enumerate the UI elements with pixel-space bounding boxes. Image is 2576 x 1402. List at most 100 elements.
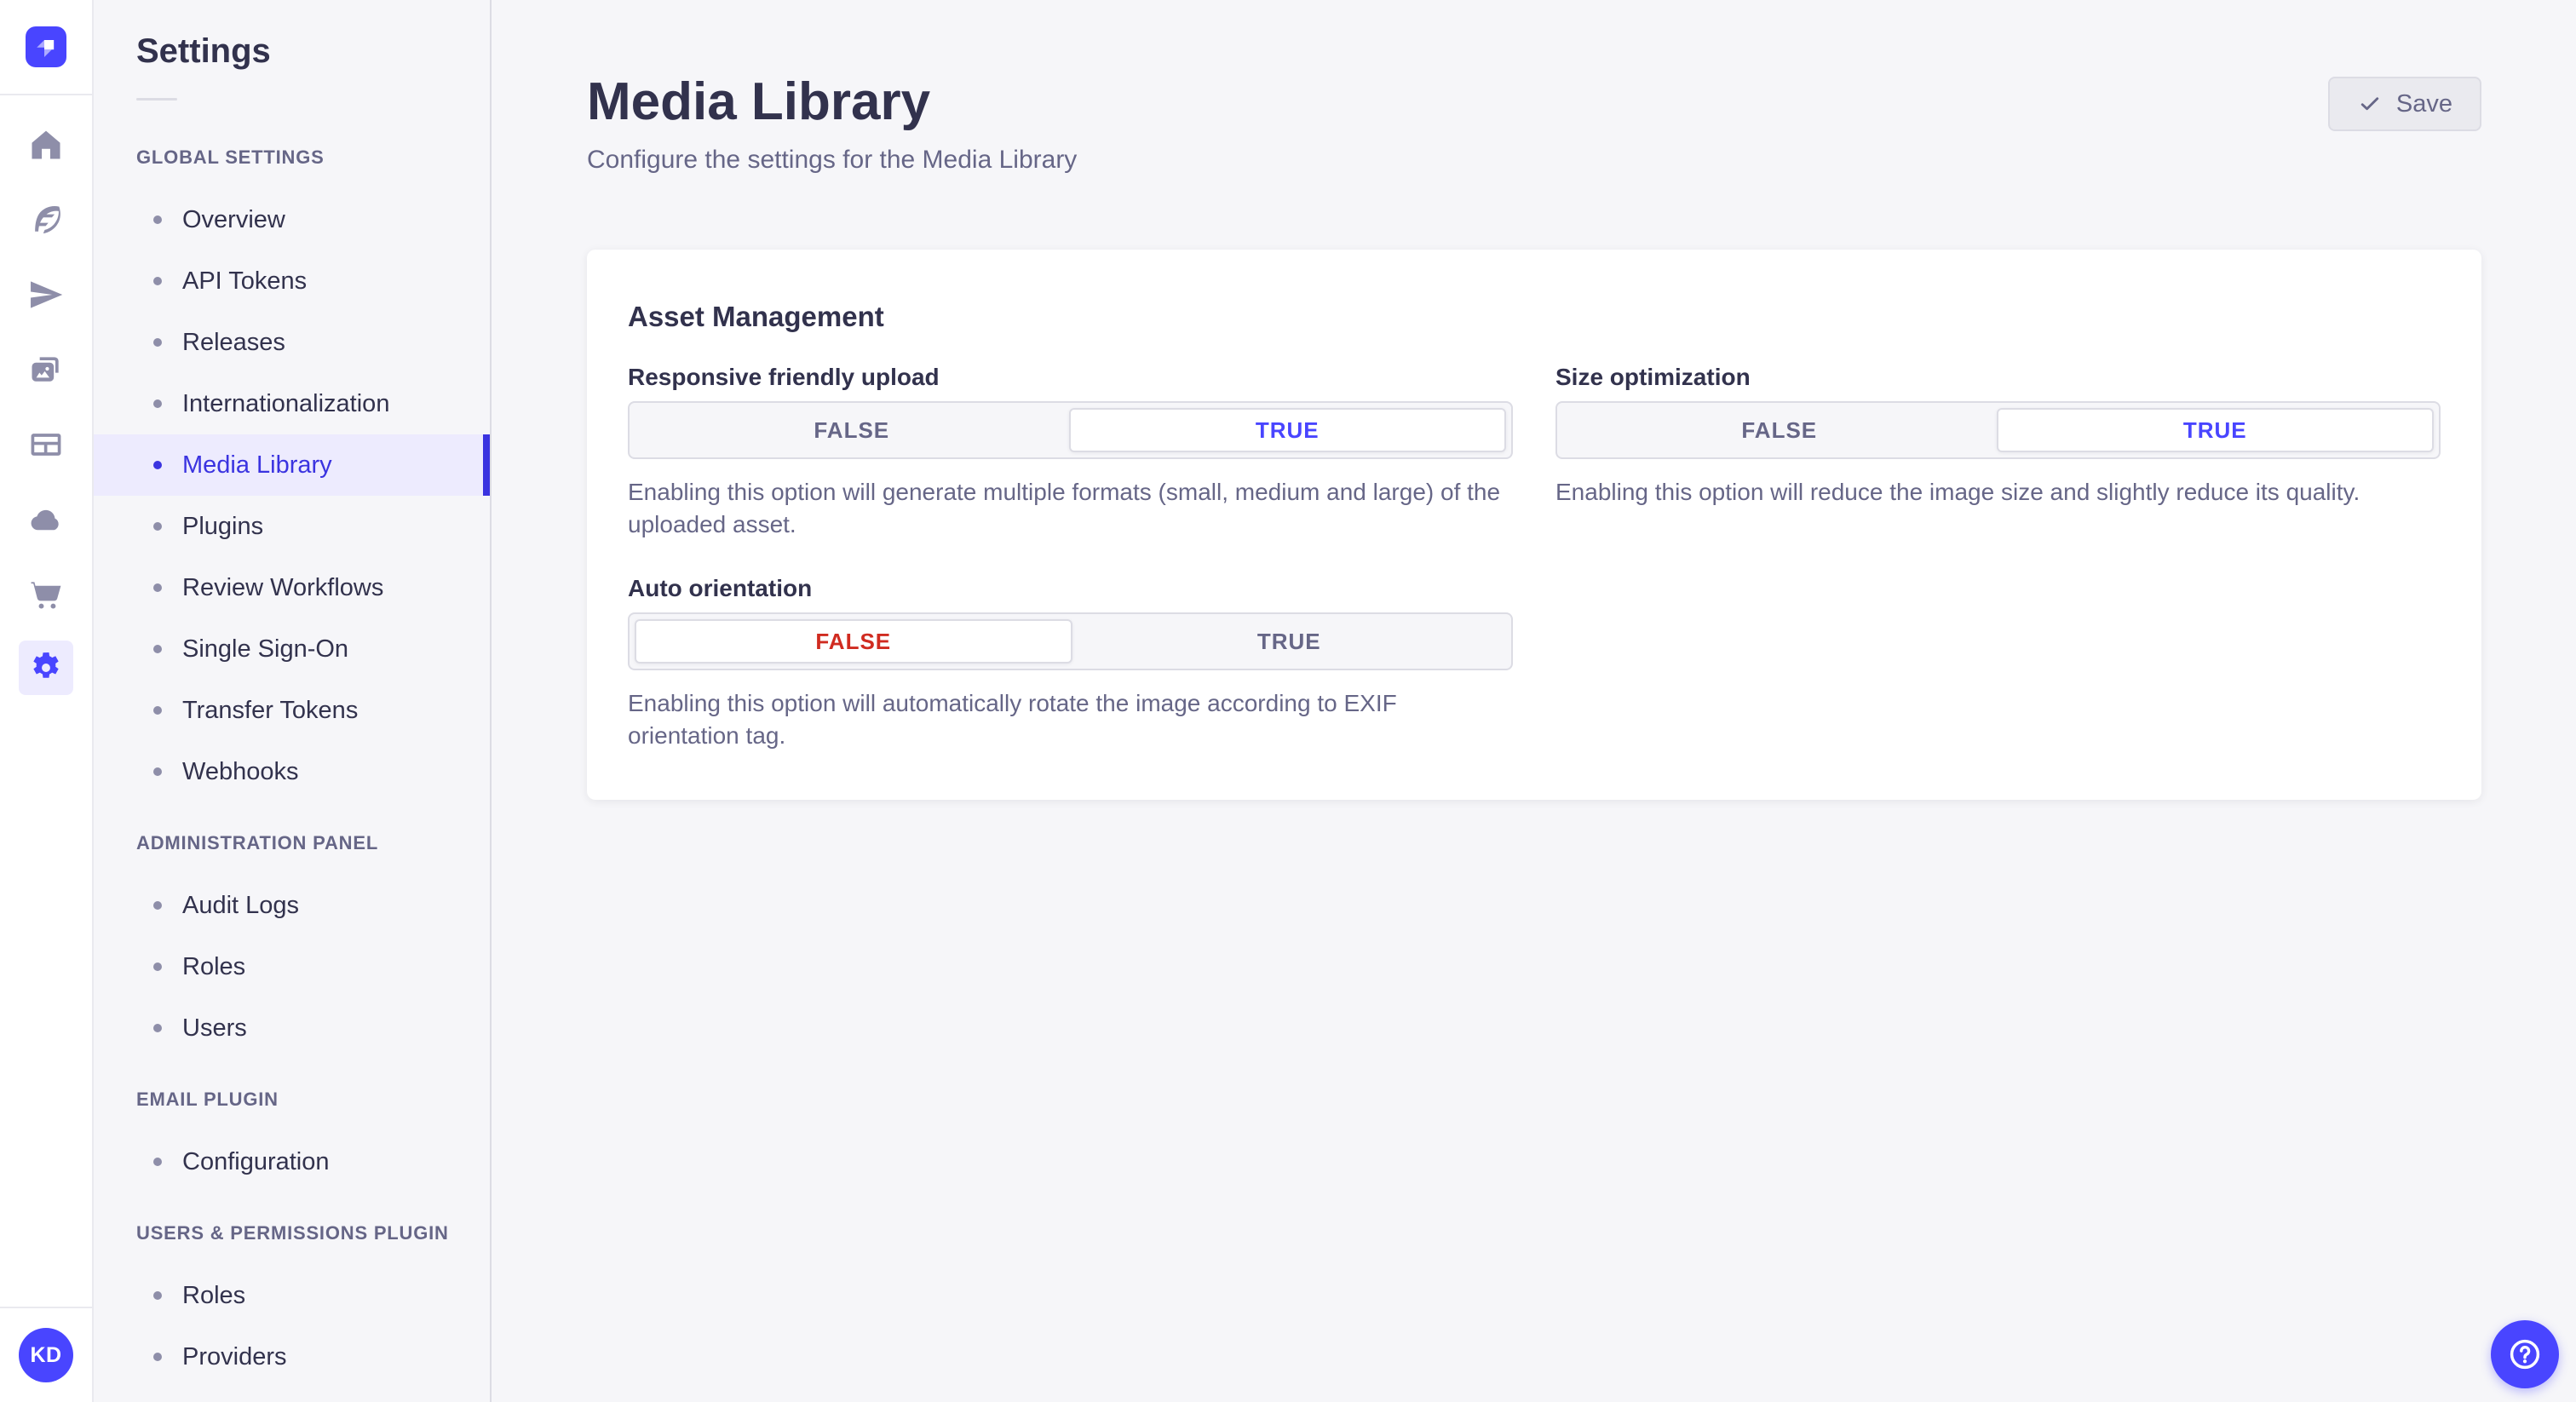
nav-section: GLOBAL SETTINGS Overview API Tokens Release… (94, 147, 490, 802)
strapi-logo[interactable] (26, 26, 66, 67)
nav-section: USERS & PERMISSIONS PLUGIN Roles Providers (94, 1222, 490, 1388)
sidebar-item-label: Single Sign-On (182, 635, 349, 663)
card-section-title: Asset Management (628, 301, 884, 332)
rail-icon-list (0, 95, 92, 695)
settings-subnav: Settings GLOBAL SETTINGS Overview API Toke… (94, 0, 492, 1402)
nav-section-label: USERS & PERMISSIONS PLUGIN (136, 1222, 449, 1244)
toggle-option-true[interactable]: TRUE (1996, 408, 2434, 452)
field-hint: Enabling this option will reduce the ima… (1555, 479, 2360, 505)
sidebar-item-review-workflows[interactable]: Review Workflows (94, 557, 490, 618)
rail-paper-plane-button[interactable] (26, 274, 66, 315)
bullet-icon (153, 583, 162, 592)
nav-section-label: ADMINISTRATION PANEL (136, 832, 379, 853)
sidebar-item-label: Providers (182, 1342, 287, 1370)
nav-section-label: GLOBAL SETTINGS (136, 147, 325, 168)
bullet-icon (153, 962, 162, 971)
sidebar-item-label: Audit Logs (182, 891, 300, 919)
subnav-divider (136, 98, 177, 101)
page-header-text: Media Library Configure the settings for… (587, 72, 1077, 175)
nav-section: EMAIL PLUGIN Configuration (94, 1089, 490, 1192)
bullet-icon (153, 215, 162, 224)
sidebar-item-releases[interactable]: Releases (94, 312, 490, 373)
boolean-toggle: FALSE TRUE (1555, 401, 2441, 459)
toggle-option-false[interactable]: FALSE (635, 408, 1069, 452)
bullet-icon (153, 767, 162, 776)
sidebar-item-label: Releases (182, 328, 285, 356)
rail-layout-button[interactable] (26, 424, 66, 465)
sidebar-item-label: Roles (182, 1281, 246, 1309)
bullet-icon (153, 645, 162, 653)
field-label: Responsive friendly upload (628, 364, 940, 390)
page-header: Media Library Configure the settings for… (493, 0, 2576, 175)
sidebar-item-webhooks[interactable]: Webhooks (94, 741, 490, 802)
sidebar-item-roles[interactable]: Roles (94, 1265, 490, 1326)
rail-gear-button[interactable] (19, 641, 73, 695)
rail-feather-button[interactable] (26, 199, 66, 240)
setting-field: Size optimization FALSE TRUE Enabling this … (1555, 364, 2441, 541)
rail-cart-button[interactable] (26, 574, 66, 615)
cloud-icon (31, 509, 59, 531)
toggle-option-false[interactable]: FALSE (635, 619, 1072, 664)
setting-field: Auto orientation FALSE TRUE Enabling this o… (628, 575, 1513, 752)
strapi-admin-app: KD Settings GLOBAL SETTINGS Overview API T… (0, 0, 2576, 1402)
sidebar-item-single-sign-on[interactable]: Single Sign-On (94, 618, 490, 680)
field-label: Auto orientation (628, 575, 813, 602)
sidebar-item-audit-logs[interactable]: Audit Logs (94, 875, 490, 936)
layout-icon (31, 434, 61, 456)
bullet-icon (153, 901, 162, 910)
sidebar-item-label: Internationalization (182, 389, 390, 417)
toggle-option-false[interactable]: FALSE (1562, 408, 1997, 452)
strapi-logo-icon (37, 40, 55, 57)
nav-section: ADMINISTRATION PANEL Audit Logs Roles Users (94, 832, 490, 1059)
rail-bottom-section: KD (0, 1307, 92, 1402)
media-icon (32, 357, 59, 382)
bullet-icon (153, 1291, 162, 1300)
sidebar-item-label: Webhooks (182, 757, 299, 785)
sidebar-item-roles[interactable]: Roles (94, 936, 490, 997)
logo-section (0, 0, 92, 95)
sidebar-item-label: Review Workflows (182, 573, 384, 601)
subnav-title: Settings (136, 32, 271, 70)
gear-icon (33, 652, 59, 678)
sidebar-item-media-library[interactable]: Media Library (94, 434, 490, 496)
field-hint: Enabling this option will generate multi… (628, 479, 1501, 538)
sidebar-item-plugins[interactable]: Plugins (94, 496, 490, 557)
check-icon (2360, 97, 2379, 111)
sidebar-item-configuration[interactable]: Configuration (94, 1131, 490, 1192)
sidebar-item-label: Media Library (182, 451, 332, 479)
bullet-icon (153, 1353, 162, 1361)
page-subtitle: Configure the settings for the Media Lib… (587, 146, 1078, 174)
rail-media-button[interactable] (26, 349, 66, 390)
subnav-sections: GLOBAL SETTINGS Overview API Tokens Release… (94, 147, 490, 1388)
toggle-option-true[interactable]: TRUE (1068, 408, 1506, 452)
bullet-icon (153, 706, 162, 715)
sidebar-item-api-tokens[interactable]: API Tokens (94, 250, 490, 312)
sidebar-item-providers[interactable]: Providers (94, 1326, 490, 1388)
save-button-label: Save (2395, 89, 2452, 118)
bullet-icon (153, 277, 162, 285)
help-icon (2510, 1339, 2540, 1370)
bullet-icon (153, 1158, 162, 1166)
rail-cloud-button[interactable] (26, 499, 66, 540)
sidebar-item-users[interactable]: Users (94, 997, 490, 1059)
sidebar-item-overview[interactable]: Overview (94, 189, 490, 250)
sidebar-item-label: Users (182, 1014, 247, 1042)
bullet-icon (153, 1024, 162, 1032)
sidebar-item-internationalization[interactable]: Internationalization (94, 373, 490, 434)
bullet-icon (153, 399, 162, 408)
help-button[interactable] (2491, 1320, 2559, 1388)
rail-home-button[interactable] (26, 124, 66, 165)
boolean-toggle: FALSE TRUE (628, 612, 1513, 671)
paper-plane-icon (31, 281, 63, 308)
toggle-option-true[interactable]: TRUE (1072, 619, 1507, 664)
asset-management-card: Asset Management Responsive friendly upl… (587, 250, 2481, 801)
sidebar-item-transfer-tokens[interactable]: Transfer Tokens (94, 680, 490, 741)
save-button[interactable]: Save (2327, 77, 2481, 131)
main-nav-rail: KD (0, 0, 94, 1402)
sidebar-item-label: API Tokens (182, 267, 308, 295)
feather-icon (35, 205, 60, 234)
page-title: Media Library (587, 72, 931, 131)
avatar[interactable]: KD (19, 1328, 73, 1382)
main-content: Media Library Configure the settings for… (493, 0, 2576, 1402)
field-hint: Enabling this option will automatically … (628, 690, 1397, 750)
